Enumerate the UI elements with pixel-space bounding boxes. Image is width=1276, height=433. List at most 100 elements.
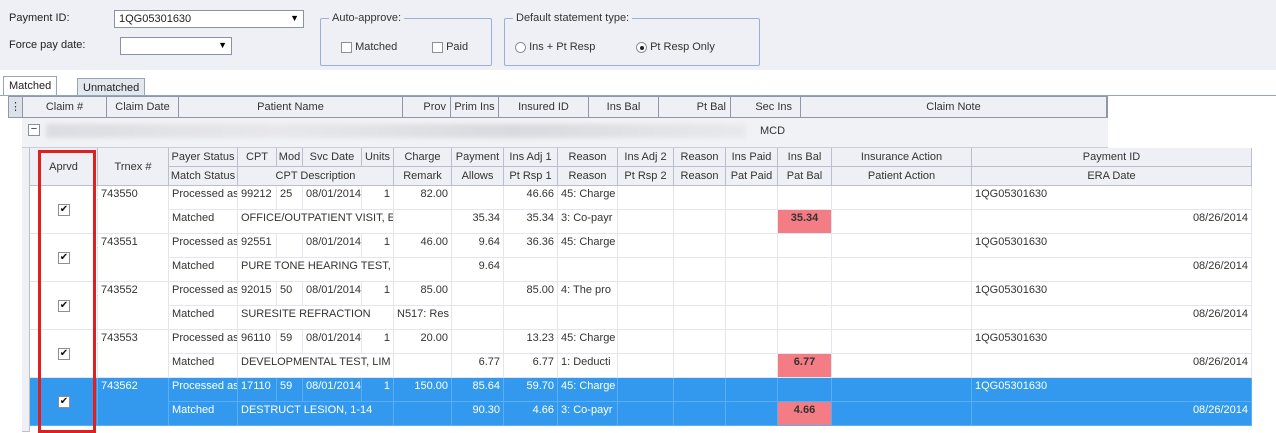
- units-cell: 1: [362, 234, 394, 258]
- col-insadj2[interactable]: Ins Adj 2: [618, 148, 674, 167]
- col-remark[interactable]: Remark: [394, 167, 452, 186]
- trnex-cell: 743551: [98, 234, 169, 282]
- ins-pt-resp-radio[interactable]: [515, 41, 526, 53]
- units-cell: 1: [362, 378, 394, 402]
- cpt-description-cell: SURESITE REFRACTION: [238, 306, 394, 330]
- patient-action-cell: [832, 402, 972, 426]
- paid-checkbox[interactable]: [432, 41, 443, 53]
- col-pt-reason2[interactable]: Reason: [674, 167, 726, 186]
- summary-header: ⋮ Claim # Claim Date Patient Name Prov P…: [8, 96, 1108, 118]
- reason1-cell: 45: Charge: [558, 378, 618, 402]
- col-insact[interactable]: Insurance Action: [832, 148, 972, 167]
- patient-action-cell: [832, 354, 972, 378]
- auto-approve-paid[interactable]: Paid: [432, 41, 468, 53]
- col-trnex[interactable]: Trnex #: [98, 148, 169, 186]
- pt-rsp1-cell: 4.66: [504, 402, 558, 426]
- col-sec-ins[interactable]: Sec Ins: [731, 97, 801, 117]
- payment-id-cell: 1QG05301630: [972, 378, 1252, 402]
- charge-cell: 85.00: [394, 282, 452, 306]
- col-inspaid[interactable]: Ins Paid: [726, 148, 778, 167]
- reason1-cell: 45: Charge: [558, 234, 618, 258]
- pt-rsp2-cell: [618, 402, 674, 426]
- era-date-cell: 08/26/2014: [972, 354, 1252, 378]
- col-charge[interactable]: Charge: [394, 148, 452, 167]
- col-prov[interactable]: Prov: [403, 97, 451, 117]
- reason2-cell: [674, 330, 726, 354]
- ins-adj2-cell: [618, 234, 674, 258]
- pat-bal-cell: [778, 258, 832, 282]
- remark-cell: N517: Res: [394, 306, 452, 330]
- col-reason1[interactable]: Reason: [558, 148, 618, 167]
- pat-paid-cell: [726, 354, 778, 378]
- mod-cell: 59: [277, 378, 303, 402]
- col-era-date[interactable]: ERA Date: [972, 167, 1252, 186]
- ins-pt-resp-label: Ins + Pt Resp: [529, 41, 596, 53]
- payment-cell: [452, 186, 504, 210]
- reason2-cell: [674, 234, 726, 258]
- force-pay-date-select[interactable]: ▼: [120, 37, 232, 55]
- payment-id-select[interactable]: 1QG05301630 ▼: [114, 10, 304, 28]
- col-pat-paid[interactable]: Pat Paid: [726, 167, 778, 186]
- col-pat-bal[interactable]: Pat Bal: [778, 167, 832, 186]
- ins-adj1-cell: 13.23: [504, 330, 558, 354]
- insurance-action-cell: [832, 282, 972, 306]
- col-payid[interactable]: Payment ID: [972, 148, 1252, 167]
- column-chooser-icon[interactable]: ⋮: [9, 97, 23, 117]
- statement-opt-pt-only[interactable]: Pt Resp Only: [636, 41, 715, 53]
- pt-reason-cell: [558, 306, 618, 330]
- matched-checkbox[interactable]: [341, 41, 352, 53]
- cpt-cell: 99212: [238, 186, 277, 210]
- ins-adj2-cell: [618, 330, 674, 354]
- pat-paid-cell: [726, 258, 778, 282]
- row-gutter: [22, 148, 30, 432]
- charge-cell: 150.00: [394, 378, 452, 402]
- col-patient-action[interactable]: Patient Action: [832, 167, 972, 186]
- col-insured-id[interactable]: Insured ID: [499, 97, 589, 117]
- pat-bal-cell: [778, 306, 832, 330]
- collapse-toggle-icon[interactable]: −: [28, 124, 40, 136]
- col-pt-rsp2[interactable]: Pt Rsp 2: [618, 167, 674, 186]
- col-reason2[interactable]: Reason: [674, 148, 726, 167]
- col-match-status[interactable]: Match Status: [169, 167, 238, 186]
- tab-unmatched[interactable]: Unmatched: [77, 78, 146, 96]
- statement-opt-ins-pt[interactable]: Ins + Pt Resp: [515, 41, 595, 53]
- reason2-cell: [674, 378, 726, 402]
- match-status-cell: Matched: [169, 210, 238, 234]
- svc-date-cell: 08/01/2014: [303, 330, 362, 354]
- pt-reason2-cell: [674, 402, 726, 426]
- col-claim-num[interactable]: Claim #: [23, 97, 107, 117]
- col-payer[interactable]: Payer Status: [169, 148, 238, 167]
- col-patient-name[interactable]: Patient Name: [179, 97, 403, 117]
- col-cpt-description[interactable]: CPT Description: [238, 167, 394, 186]
- payment-cell: [452, 282, 504, 306]
- col-pt-bal[interactable]: Pt Bal: [659, 97, 731, 117]
- pt-reason2-cell: [674, 210, 726, 234]
- payer-status-cell: Processed as: [169, 378, 238, 402]
- pat-paid-cell: [726, 210, 778, 234]
- col-cpt[interactable]: CPT: [238, 148, 277, 167]
- auto-approve-matched[interactable]: Matched: [341, 41, 397, 53]
- col-pt-reason1[interactable]: Reason: [558, 167, 618, 186]
- payment-id-value: 1QG05301630: [119, 13, 192, 25]
- tab-matched[interactable]: Matched: [3, 76, 58, 96]
- col-mod[interactable]: Mod: [277, 148, 303, 167]
- trnex-cell: 743552: [98, 282, 169, 330]
- pt-resp-only-radio[interactable]: [636, 41, 647, 53]
- ins-bal-cell: [778, 186, 832, 210]
- cpt-cell: 96110: [238, 330, 277, 354]
- col-claim-date[interactable]: Claim Date: [107, 97, 179, 117]
- col-ins-bal[interactable]: Ins Bal: [589, 97, 659, 117]
- col-svc[interactable]: Svc Date: [303, 148, 362, 167]
- col-insbal[interactable]: Ins Bal: [778, 148, 832, 167]
- pat-bal-cell: 6.77: [778, 354, 832, 378]
- col-claim-note[interactable]: Claim Note: [801, 97, 1107, 117]
- col-insadj1[interactable]: Ins Adj 1: [504, 148, 558, 167]
- cpt-description-cell: DEVELOPMENTAL TEST, LIM: [238, 354, 394, 378]
- col-pt-rsp1[interactable]: Pt Rsp 1: [504, 167, 558, 186]
- col-units[interactable]: Units: [362, 148, 394, 167]
- insurance-action-cell: [832, 378, 972, 402]
- col-allows[interactable]: Allows: [452, 167, 504, 186]
- col-payment[interactable]: Payment: [452, 148, 504, 167]
- col-prim-ins[interactable]: Prim Ins: [451, 97, 499, 117]
- pt-rsp1-cell: 35.34: [504, 210, 558, 234]
